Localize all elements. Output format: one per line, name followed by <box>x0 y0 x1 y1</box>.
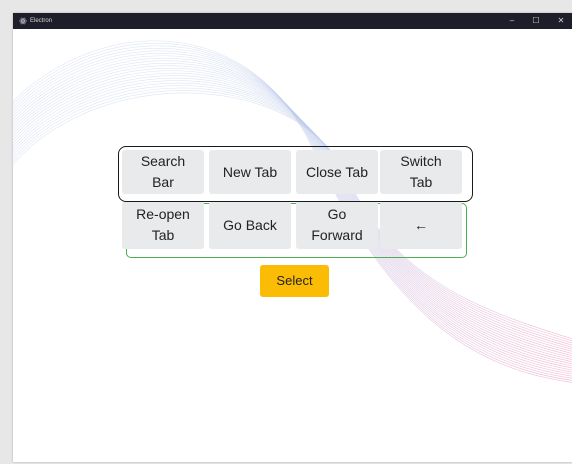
key-2-2[interactable]: Go Back <box>209 201 291 249</box>
maximize-icon[interactable]: ☐ <box>525 13 547 29</box>
key-1-4[interactable]: Switch Tab <box>380 150 462 194</box>
electron-app-icon <box>19 17 27 25</box>
key-1-3[interactable]: Close Tab <box>296 150 378 194</box>
key-1-1[interactable]: Search Bar <box>122 150 204 194</box>
key-1-2[interactable]: New Tab <box>209 150 291 194</box>
app-window: Electron – ☐ ✕ Search Bar New Tab Close Ta… <box>13 13 572 462</box>
minimize-icon[interactable]: – <box>501 13 523 29</box>
select-button[interactable]: Select <box>260 265 329 297</box>
window-title: Electron <box>30 18 53 24</box>
key-2-1[interactable]: Re-open Tab <box>122 201 204 249</box>
title-bar[interactable]: Electron – ☐ ✕ <box>13 13 572 29</box>
key-2-4[interactable]: ← <box>380 201 462 249</box>
close-icon[interactable]: ✕ <box>550 13 572 29</box>
key-2-3[interactable]: Go Forward <box>296 201 378 249</box>
